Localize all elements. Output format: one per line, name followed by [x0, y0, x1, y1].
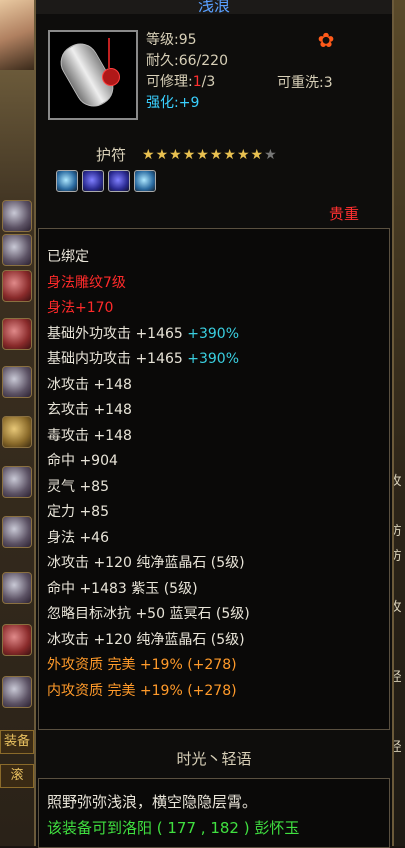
attribute-text: 基础外功攻击 +1465	[47, 325, 183, 342]
inventory-slot[interactable]	[2, 366, 32, 398]
attribute-line: 身法 +46	[47, 526, 250, 552]
attribute-text: 内攻资质 完美 +19% (+278)	[47, 682, 237, 699]
attribute-line: 外攻资质 完美 +19% (+278)	[47, 653, 250, 679]
level-row: 等级:95	[146, 32, 197, 48]
equipment-tab[interactable]: 装备	[0, 730, 34, 754]
star-icon: ★	[223, 146, 236, 163]
attribute-list: 已绑定 身法雕纹7级 身法+170 基础外功攻击 +1465 +390% 基础内功攻击 …	[47, 245, 250, 704]
attribute-text: 身法雕纹7级	[47, 274, 126, 291]
gem-icon	[108, 170, 130, 192]
attribute-line: 冰攻击 +148	[47, 373, 250, 399]
star-icon: ★	[169, 146, 182, 163]
item-tooltip: 浅浪 等级:95 耐久:66/220 可修理:1/3 强化:+9 可重洗:3 ✿…	[34, 0, 394, 848]
attribute-text: 毒攻击 +148	[47, 427, 132, 444]
inventory-slot[interactable]	[2, 466, 32, 498]
item-type-row: 护符 ★ ★ ★ ★ ★ ★ ★ ★ ★ ★	[96, 144, 277, 165]
attribute-text: 身法 +46	[47, 529, 109, 546]
star-icon: ★	[142, 146, 155, 163]
item-icon	[48, 30, 138, 120]
gem-icon	[56, 170, 78, 192]
rewash-row: 可重洗:3	[277, 75, 333, 91]
star-icon: ★	[155, 146, 169, 163]
attribute-text: 外攻资质 完美 +19% (+278)	[47, 657, 237, 673]
inventory-slot[interactable]	[2, 416, 32, 448]
attribute-line: 冰攻击 +120 纯净蓝晶石 (5级)	[47, 551, 250, 577]
item-description: 照野弥弥浅浪，横空隐隐层霄。	[47, 793, 258, 811]
star-icon: ★	[264, 146, 277, 163]
attribute-text: 冰攻击 +120 纯净蓝晶石 (5级)	[47, 555, 245, 571]
attribute-line: 基础外功攻击 +1465 +390%	[47, 322, 250, 348]
inventory-slot[interactable]	[2, 200, 32, 232]
inventory-slot[interactable]	[2, 516, 32, 548]
gem-sockets	[56, 170, 156, 192]
inventory-slot[interactable]	[2, 270, 32, 302]
attribute-line: 身法+170	[47, 296, 250, 322]
attribute-line: 命中 +1483 紫玉 (5级)	[47, 577, 250, 603]
inventory-slot[interactable]	[2, 676, 32, 708]
attribute-text: 已绑定	[47, 249, 89, 265]
item-name: 浅浪	[197, 0, 230, 14]
attribute-text: 基础内功攻击 +1465	[47, 351, 183, 367]
star-icon: ★	[236, 146, 250, 163]
star-icon: ★	[182, 146, 196, 163]
repair-row: 可修理:1/3	[146, 74, 216, 90]
scroll-tab[interactable]: 滚	[0, 764, 34, 788]
pendant-cord	[108, 38, 110, 68]
inventory-slot[interactable]	[2, 318, 32, 350]
inventory-slot[interactable]	[2, 624, 32, 656]
inventory-slot[interactable]	[2, 572, 32, 604]
attribute-line: 基础内功攻击 +1465 +390%	[47, 347, 250, 373]
enhance-row: 强化:+9	[146, 95, 200, 111]
star-icon: ★	[250, 146, 264, 163]
attribute-line: 忽略目标冰抗 +50 蓝冥石 (5级)	[47, 602, 250, 628]
item-stats: 等级:95 耐久:66/220 可修理:1/3 强化:+9	[146, 30, 228, 114]
item-quality: 贵重	[329, 205, 360, 223]
attribute-line: 玄攻击 +148	[47, 398, 250, 424]
star-rating: ★ ★ ★ ★ ★ ★ ★ ★ ★ ★	[142, 147, 277, 163]
item-title-bar: 浅浪	[36, 0, 392, 14]
repair-location: 该装备可到洛阳 ( 177 , 182 ) 彭怀玉	[47, 819, 300, 837]
attribute-text: 冰攻击 +148	[47, 376, 132, 393]
attribute-bonus: +390%	[182, 351, 240, 367]
durability-row: 耐久:66/220	[146, 53, 228, 69]
attribute-text: 定力 +85	[47, 504, 109, 520]
attribute-line: 定力 +85	[47, 500, 250, 526]
attribute-line: 灵气 +85	[47, 475, 250, 501]
pendant-knot	[102, 68, 120, 86]
attribute-text: 命中 +904	[47, 453, 118, 469]
star-icon: ★	[196, 146, 209, 163]
star-icon: ★	[209, 146, 223, 163]
attribute-text: 命中 +1483 紫玉 (5级)	[47, 580, 198, 597]
character-portrait	[0, 0, 34, 70]
description-box: 照野弥弥浅浪，横空隐隐层霄。 该装备可到洛阳 ( 177 , 182 ) 彭怀玉	[38, 778, 390, 848]
attribute-text: 灵气 +85	[47, 478, 109, 495]
fire-emblem-icon: ✿	[317, 28, 335, 52]
attribute-bonus: +390%	[182, 325, 240, 342]
attribute-line: 已绑定	[47, 245, 250, 271]
item-type: 护符	[96, 146, 127, 164]
attribute-line: 冰攻击 +120 纯净蓝晶石 (5级)	[47, 628, 250, 654]
attribute-text: 冰攻击 +120 纯净蓝晶石 (5级)	[47, 631, 245, 648]
attribute-text: 忽略目标冰抗 +50 蓝冥石 (5级)	[47, 606, 250, 622]
attribute-line: 内攻资质 完美 +19% (+278)	[47, 679, 250, 705]
gem-icon	[82, 170, 104, 192]
attribute-line: 身法雕纹7级	[47, 271, 250, 297]
gem-icon	[134, 170, 156, 192]
set-title: 时光丶轻语	[176, 750, 252, 768]
attributes-panel: 已绑定 身法雕纹7级 身法+170 基础外功攻击 +1465 +390% 基础内功攻击 …	[38, 228, 390, 730]
attribute-text: 身法+170	[47, 300, 114, 316]
attribute-text: 玄攻击 +148	[47, 402, 132, 418]
attribute-line: 毒攻击 +148	[47, 424, 250, 450]
inventory-slot[interactable]	[2, 234, 32, 266]
attribute-line: 命中 +904	[47, 449, 250, 475]
